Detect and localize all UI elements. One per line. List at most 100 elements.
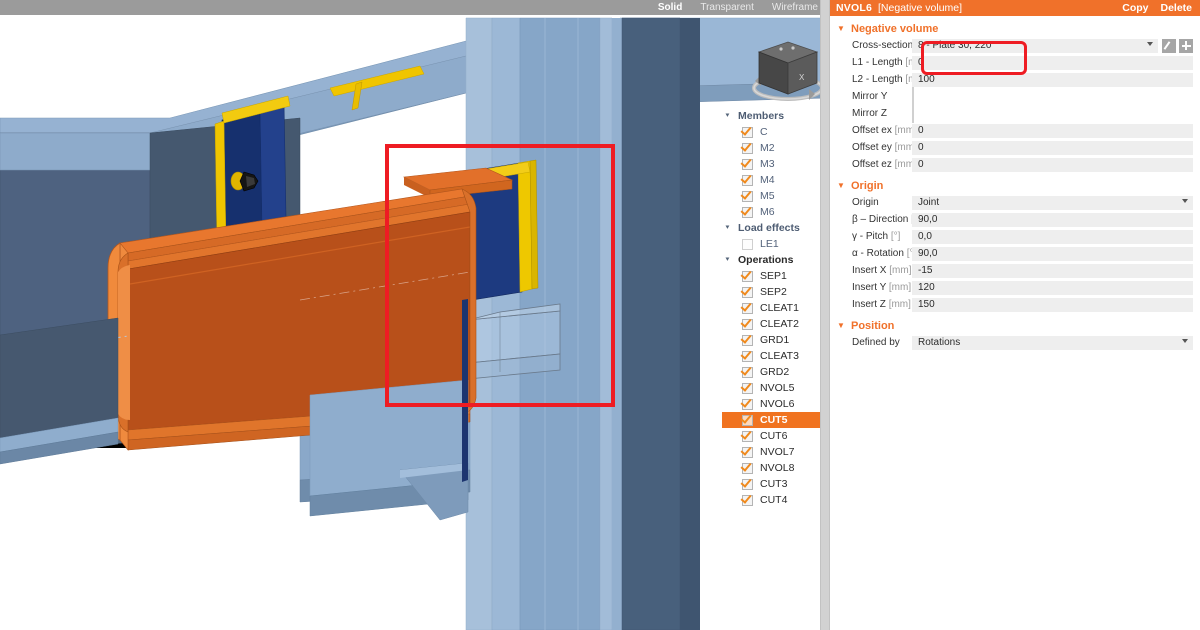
tree-item-m4[interactable]: M4	[722, 172, 822, 188]
model-tree[interactable]: ▾MembersCM2M3M4M5M6▾Load effectsLE1▾Oper…	[722, 108, 822, 508]
property-input[interactable]: 100	[912, 73, 1193, 87]
property-value: Joint	[918, 197, 939, 208]
tree-item-label: M2	[760, 142, 775, 154]
property-input[interactable]: 150	[912, 298, 1193, 312]
tree-item-sep2[interactable]: SEP2	[722, 284, 822, 300]
property-checkbox[interactable]	[912, 104, 914, 123]
visibility-checkbox[interactable]	[742, 271, 753, 282]
visibility-checkbox[interactable]	[742, 447, 753, 458]
visibility-checkbox[interactable]	[742, 175, 753, 186]
tree-item-sep1[interactable]: SEP1	[722, 268, 822, 284]
visibility-checkbox[interactable]	[742, 239, 753, 250]
tree-item-grd1[interactable]: GRD1	[722, 332, 822, 348]
application-window: Solid Transparent Wireframe X ▾MembersCM…	[0, 0, 1200, 630]
tree-item-nvol5[interactable]: NVOL5	[722, 380, 822, 396]
visibility-checkbox[interactable]	[742, 335, 753, 346]
tree-item-cleat2[interactable]: CLEAT2	[722, 316, 822, 332]
property-input[interactable]: 90,0	[912, 213, 1193, 227]
tree-group-members[interactable]: ▾Members	[722, 108, 822, 124]
property-row-offset-ey: Offset ey [mm]0	[828, 139, 1200, 156]
section-header-origin[interactable]: ▼Origin	[828, 177, 1200, 194]
visibility-checkbox[interactable]	[742, 399, 753, 410]
tree-item-label: GRD2	[760, 366, 789, 378]
display-mode-group: Solid Transparent Wireframe	[658, 0, 818, 15]
collapse-triangle-icon[interactable]: ▼	[837, 317, 849, 334]
property-label: Defined by	[828, 337, 912, 348]
tree-item-c[interactable]: C	[722, 124, 822, 140]
visibility-checkbox[interactable]	[742, 319, 753, 330]
property-input[interactable]: 0	[912, 141, 1193, 155]
tree-item-cut3[interactable]: CUT3	[722, 476, 822, 492]
edit-cross-section-button[interactable]	[1162, 39, 1176, 53]
visibility-checkbox[interactable]	[742, 351, 753, 362]
visibility-checkbox[interactable]	[742, 479, 753, 490]
tree-item-label: LE1	[760, 238, 779, 250]
visibility-checkbox[interactable]	[742, 159, 753, 170]
visibility-checkbox[interactable]	[742, 303, 753, 314]
3d-viewport[interactable]: Solid Transparent Wireframe X ▾MembersCM…	[0, 0, 828, 630]
tree-item-m2[interactable]: M2	[722, 140, 822, 156]
property-input[interactable]: 0	[912, 124, 1193, 138]
tree-item-m5[interactable]: M5	[722, 188, 822, 204]
tree-item-cut6[interactable]: CUT6	[722, 428, 822, 444]
chevron-down-icon[interactable]	[1182, 199, 1188, 203]
tree-item-nvol7[interactable]: NVOL7	[722, 444, 822, 460]
section-header-negative-volume[interactable]: ▼Negative volume	[828, 20, 1200, 37]
tree-item-m3[interactable]: M3	[722, 156, 822, 172]
visibility-checkbox[interactable]	[742, 207, 753, 218]
visibility-checkbox[interactable]	[742, 191, 753, 202]
chevron-down-icon[interactable]	[1182, 339, 1188, 343]
visibility-checkbox[interactable]	[742, 431, 753, 442]
tree-item-label: NVOL5	[760, 382, 794, 394]
visibility-checkbox[interactable]	[742, 415, 753, 426]
visibility-checkbox[interactable]	[742, 383, 753, 394]
tree-item-cut4[interactable]: CUT4	[722, 492, 822, 508]
visibility-checkbox[interactable]	[742, 287, 753, 298]
expand-triangle-icon[interactable]: ▾	[726, 108, 737, 124]
tree-item-label: C	[760, 126, 768, 138]
panel-splitter[interactable]	[820, 0, 830, 630]
property-input[interactable]: -15	[912, 264, 1193, 278]
display-mode-wireframe[interactable]: Wireframe	[772, 0, 818, 15]
tree-item-cut5[interactable]: CUT5	[722, 412, 822, 428]
visibility-checkbox[interactable]	[742, 127, 753, 138]
tree-group-label: Load effects	[738, 222, 800, 234]
delete-button[interactable]: Delete	[1160, 2, 1192, 14]
tree-item-nvol6[interactable]: NVOL6	[722, 396, 822, 412]
add-cross-section-button[interactable]	[1179, 39, 1193, 53]
property-dropdown[interactable]: Rotations	[912, 336, 1193, 350]
property-input[interactable]: 0,0	[912, 230, 1193, 244]
property-input[interactable]: 90,0	[912, 247, 1193, 261]
tree-item-cleat3[interactable]: CLEAT3	[722, 348, 822, 364]
tree-item-nvol8[interactable]: NVOL8	[722, 460, 822, 476]
property-dropdown[interactable]: Joint	[912, 196, 1193, 210]
expand-triangle-icon[interactable]: ▾	[726, 220, 737, 236]
tree-item-le1[interactable]: LE1	[722, 236, 822, 252]
tree-item-grd2[interactable]: GRD2	[722, 364, 822, 380]
tree-group-load-effects[interactable]: ▾Load effects	[722, 220, 822, 236]
section-header-position[interactable]: ▼Position	[828, 317, 1200, 334]
copy-button[interactable]: Copy	[1122, 2, 1148, 14]
collapse-triangle-icon[interactable]: ▼	[837, 177, 849, 194]
display-mode-transparent[interactable]: Transparent	[700, 0, 754, 15]
tree-group-label: Members	[738, 110, 784, 122]
visibility-checkbox[interactable]	[742, 143, 753, 154]
expand-triangle-icon[interactable]: ▾	[726, 252, 737, 268]
chevron-down-icon[interactable]	[1147, 42, 1153, 46]
view-cube[interactable]: X	[745, 28, 828, 114]
property-dropdown[interactable]: 8 - Plate 30, 220	[912, 39, 1158, 53]
visibility-checkbox[interactable]	[742, 367, 753, 378]
tree-group-operations[interactable]: ▾Operations	[722, 252, 822, 268]
tree-item-cleat1[interactable]: CLEAT1	[722, 300, 822, 316]
visibility-checkbox[interactable]	[742, 495, 753, 506]
visibility-checkbox[interactable]	[742, 463, 753, 474]
property-checkbox[interactable]	[912, 87, 914, 106]
tree-item-m6[interactable]: M6	[722, 204, 822, 220]
property-input[interactable]: 0	[912, 56, 1193, 70]
property-input[interactable]: 0	[912, 158, 1193, 172]
tree-item-label: M6	[760, 206, 775, 218]
display-mode-solid[interactable]: Solid	[658, 0, 682, 15]
collapse-triangle-icon[interactable]: ▼	[837, 20, 849, 37]
property-input[interactable]: 120	[912, 281, 1193, 295]
tree-item-label: CLEAT1	[760, 302, 799, 314]
